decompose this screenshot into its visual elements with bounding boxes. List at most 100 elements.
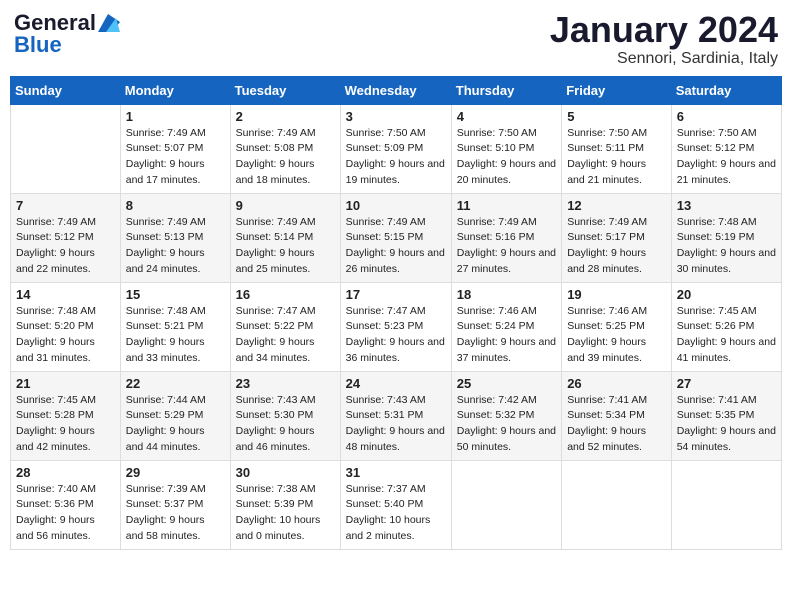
day-number: 10 [346,198,446,213]
header-wednesday: Wednesday [340,76,451,104]
calendar-cell: 18 Sunrise: 7:46 AMSunset: 5:24 PMDayligh… [451,282,561,371]
day-number: 26 [567,376,666,391]
day-number: 5 [567,109,666,124]
header-monday: Monday [120,76,230,104]
day-detail: Sunrise: 7:49 AMSunset: 5:13 PMDaylight:… [126,215,225,278]
month-title: January 2024 [550,10,778,50]
day-number: 7 [16,198,115,213]
calendar-cell: 25 Sunrise: 7:42 AMSunset: 5:32 PMDayligh… [451,371,561,460]
day-number: 30 [236,465,335,480]
day-detail: Sunrise: 7:45 AMSunset: 5:28 PMDaylight:… [16,393,115,456]
day-detail: Sunrise: 7:47 AMSunset: 5:23 PMDaylight:… [346,304,446,367]
day-detail: Sunrise: 7:43 AMSunset: 5:30 PMDaylight:… [236,393,335,456]
day-number: 17 [346,287,446,302]
calendar-cell: 13 Sunrise: 7:48 AMSunset: 5:19 PMDayligh… [671,193,781,282]
day-number: 24 [346,376,446,391]
day-detail: Sunrise: 7:45 AMSunset: 5:26 PMDaylight:… [677,304,776,367]
calendar-week-row: 21 Sunrise: 7:45 AMSunset: 5:28 PMDayligh… [11,371,782,460]
calendar-cell: 7 Sunrise: 7:49 AMSunset: 5:12 PMDaylight… [11,193,121,282]
day-detail: Sunrise: 7:41 AMSunset: 5:34 PMDaylight:… [567,393,666,456]
logo-icon [98,14,120,32]
day-detail: Sunrise: 7:41 AMSunset: 5:35 PMDaylight:… [677,393,776,456]
day-number: 16 [236,287,335,302]
calendar-cell: 12 Sunrise: 7:49 AMSunset: 5:17 PMDayligh… [562,193,672,282]
calendar-cell: 20 Sunrise: 7:45 AMSunset: 5:26 PMDayligh… [671,282,781,371]
day-number: 23 [236,376,335,391]
day-detail: Sunrise: 7:37 AMSunset: 5:40 PMDaylight:… [346,482,446,545]
day-number: 14 [16,287,115,302]
calendar-cell: 23 Sunrise: 7:43 AMSunset: 5:30 PMDayligh… [230,371,340,460]
day-detail: Sunrise: 7:46 AMSunset: 5:24 PMDaylight:… [457,304,556,367]
calendar-cell: 8Sunrise: 7:49 AMSunset: 5:13 PMDaylight… [120,193,230,282]
calendar-cell [451,460,561,549]
calendar-cell: 15Sunrise: 7:48 AMSunset: 5:21 PMDayligh… [120,282,230,371]
day-detail: Sunrise: 7:50 AMSunset: 5:12 PMDaylight:… [677,126,776,189]
day-number: 12 [567,198,666,213]
day-number: 3 [346,109,446,124]
day-detail: Sunrise: 7:49 AMSunset: 5:12 PMDaylight:… [16,215,115,278]
day-detail: Sunrise: 7:49 AMSunset: 5:07 PMDaylight:… [126,126,225,189]
day-number: 9 [236,198,335,213]
page-header: General Blue January 2024 Sennori, Sardi… [10,10,782,68]
calendar-week-row: 1 Sunrise: 7:49 AMSunset: 5:07 PMDaylight… [11,104,782,193]
day-number: 27 [677,376,776,391]
day-number: 13 [677,198,776,213]
calendar-cell: 2Sunrise: 7:49 AMSunset: 5:08 PMDaylight… [230,104,340,193]
day-detail: Sunrise: 7:46 AMSunset: 5:25 PMDaylight:… [567,304,666,367]
calendar-cell: 27 Sunrise: 7:41 AMSunset: 5:35 PMDayligh… [671,371,781,460]
day-number: 31 [346,465,446,480]
day-detail: Sunrise: 7:47 AMSunset: 5:22 PMDaylight:… [236,304,335,367]
day-detail: Sunrise: 7:48 AMSunset: 5:21 PMDaylight:… [126,304,225,367]
day-number: 1 [126,109,225,124]
calendar-cell: 17 Sunrise: 7:47 AMSunset: 5:23 PMDayligh… [340,282,451,371]
logo-blue: Blue [14,32,62,58]
calendar-cell: 24 Sunrise: 7:43 AMSunset: 5:31 PMDayligh… [340,371,451,460]
calendar-cell: 6Sunrise: 7:50 AMSunset: 5:12 PMDaylight… [671,104,781,193]
day-detail: Sunrise: 7:50 AMSunset: 5:11 PMDaylight:… [567,126,666,189]
day-number: 4 [457,109,556,124]
day-detail: Sunrise: 7:49 AMSunset: 5:16 PMDaylight:… [457,215,556,278]
day-detail: Sunrise: 7:43 AMSunset: 5:31 PMDaylight:… [346,393,446,456]
day-detail: Sunrise: 7:42 AMSunset: 5:32 PMDaylight:… [457,393,556,456]
calendar-week-row: 28 Sunrise: 7:40 AMSunset: 5:36 PMDayligh… [11,460,782,549]
calendar-table: SundayMondayTuesdayWednesdayThursdayFrid… [10,76,782,550]
calendar-cell: 3 Sunrise: 7:50 AMSunset: 5:09 PMDaylight… [340,104,451,193]
day-number: 18 [457,287,556,302]
calendar-cell: 14 Sunrise: 7:48 AMSunset: 5:20 PMDayligh… [11,282,121,371]
day-detail: Sunrise: 7:44 AMSunset: 5:29 PMDaylight:… [126,393,225,456]
calendar-cell: 19Sunrise: 7:46 AMSunset: 5:25 PMDayligh… [562,282,672,371]
calendar-cell [671,460,781,549]
calendar-cell: 11 Sunrise: 7:49 AMSunset: 5:16 PMDayligh… [451,193,561,282]
calendar-cell: 28 Sunrise: 7:40 AMSunset: 5:36 PMDayligh… [11,460,121,549]
day-number: 21 [16,376,115,391]
calendar-cell: 29Sunrise: 7:39 AMSunset: 5:37 PMDayligh… [120,460,230,549]
header-friday: Friday [562,76,672,104]
calendar-cell: 22Sunrise: 7:44 AMSunset: 5:29 PMDayligh… [120,371,230,460]
day-number: 11 [457,198,556,213]
day-detail: Sunrise: 7:50 AMSunset: 5:09 PMDaylight:… [346,126,446,189]
calendar-cell: 1 Sunrise: 7:49 AMSunset: 5:07 PMDaylight… [120,104,230,193]
day-detail: Sunrise: 7:50 AMSunset: 5:10 PMDaylight:… [457,126,556,189]
header-tuesday: Tuesday [230,76,340,104]
day-detail: Sunrise: 7:40 AMSunset: 5:36 PMDaylight:… [16,482,115,545]
day-detail: Sunrise: 7:49 AMSunset: 5:15 PMDaylight:… [346,215,446,278]
calendar-header-row: SundayMondayTuesdayWednesdayThursdayFrid… [11,76,782,104]
day-detail: Sunrise: 7:48 AMSunset: 5:20 PMDaylight:… [16,304,115,367]
title-block: January 2024 Sennori, Sardinia, Italy [550,10,778,68]
location-title: Sennori, Sardinia, Italy [550,50,778,68]
day-number: 25 [457,376,556,391]
calendar-cell: 5 Sunrise: 7:50 AMSunset: 5:11 PMDaylight… [562,104,672,193]
calendar-cell [11,104,121,193]
calendar-cell: 10 Sunrise: 7:49 AMSunset: 5:15 PMDayligh… [340,193,451,282]
day-number: 20 [677,287,776,302]
header-saturday: Saturday [671,76,781,104]
header-sunday: Sunday [11,76,121,104]
day-detail: Sunrise: 7:49 AMSunset: 5:14 PMDaylight:… [236,215,335,278]
day-number: 28 [16,465,115,480]
day-detail: Sunrise: 7:49 AMSunset: 5:17 PMDaylight:… [567,215,666,278]
calendar-week-row: 14 Sunrise: 7:48 AMSunset: 5:20 PMDayligh… [11,282,782,371]
header-thursday: Thursday [451,76,561,104]
calendar-week-row: 7 Sunrise: 7:49 AMSunset: 5:12 PMDaylight… [11,193,782,282]
day-number: 29 [126,465,225,480]
day-detail: Sunrise: 7:48 AMSunset: 5:19 PMDaylight:… [677,215,776,278]
